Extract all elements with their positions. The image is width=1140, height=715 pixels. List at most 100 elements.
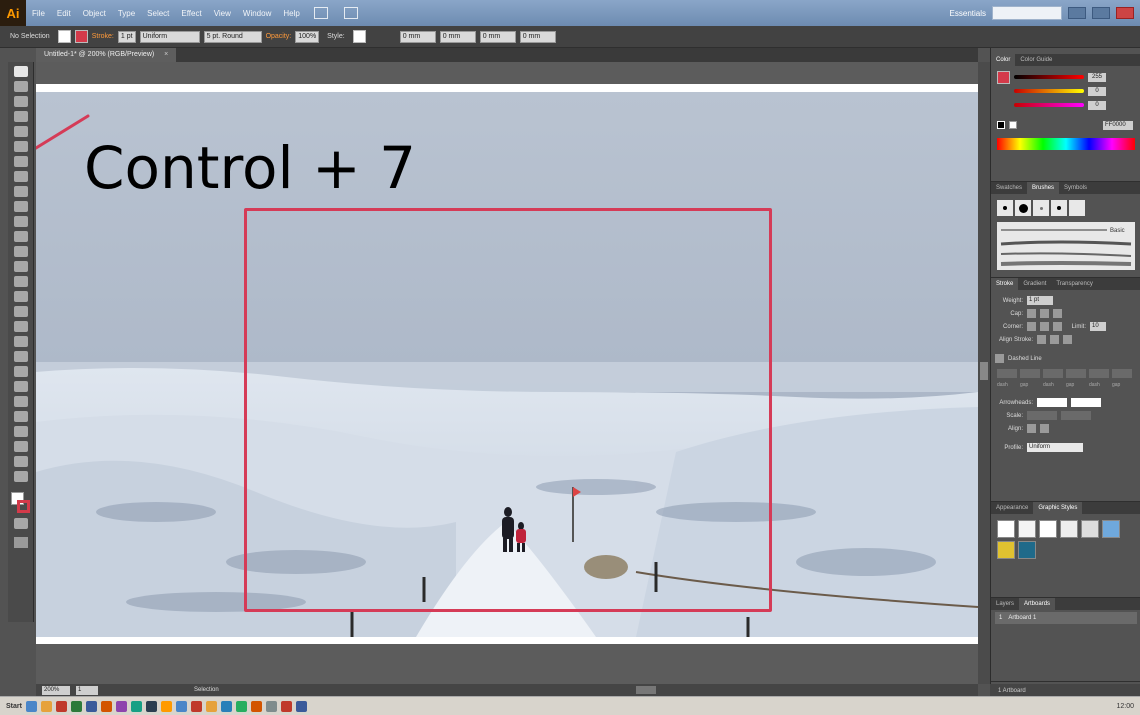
horizontal-scroll-thumb[interactable] (636, 686, 656, 694)
taskbar-app-icon[interactable] (205, 700, 217, 712)
tab-graphic-styles[interactable]: Graphic Styles (1033, 502, 1083, 514)
blob-brush-tool-icon[interactable] (13, 216, 28, 227)
pen-tool-icon[interactable] (13, 126, 28, 137)
stroke-swatch-icon[interactable] (16, 500, 30, 513)
width-tool-icon[interactable] (13, 276, 28, 287)
bridge-icon[interactable] (313, 7, 328, 19)
bevel-join-icon[interactable] (1053, 322, 1062, 331)
taskbar-app-icon[interactable] (145, 700, 157, 712)
dashed-line-checkbox[interactable] (995, 354, 1004, 363)
round-join-icon[interactable] (1040, 322, 1049, 331)
tab-layers[interactable]: Layers (991, 598, 1019, 610)
fill-swatch[interactable] (57, 30, 71, 43)
red-slider[interactable] (1014, 75, 1084, 79)
tab-swatches[interactable]: Swatches (991, 182, 1027, 194)
menu-file[interactable]: File (26, 9, 51, 18)
brush-large[interactable] (1015, 200, 1031, 216)
taskbar-app-icon[interactable] (130, 700, 142, 712)
slice-tool-icon[interactable] (13, 441, 28, 452)
blend-tool-icon[interactable] (13, 381, 28, 392)
taskbar-app-icon[interactable] (280, 700, 292, 712)
miter-join-icon[interactable] (1027, 322, 1036, 331)
color-panel-stroke-swatch[interactable] (997, 70, 1010, 84)
taskbar-app-icon[interactable] (220, 700, 232, 712)
limit-field[interactable]: 10 (1090, 322, 1106, 331)
tab-stroke[interactable]: Stroke (991, 278, 1019, 290)
start-arrowhead-dropdown[interactable] (1037, 398, 1067, 407)
line-tool-icon[interactable] (13, 156, 28, 167)
eraser-tool-icon[interactable] (13, 231, 28, 242)
pencil-tool-icon[interactable] (13, 201, 28, 212)
taskbar-app-icon[interactable] (265, 700, 277, 712)
taskbar-app-icon[interactable] (250, 700, 262, 712)
eyedropper-tool-icon[interactable] (13, 366, 28, 377)
tab-transparency[interactable]: Transparency (1051, 278, 1097, 290)
white-swatch-icon[interactable] (1009, 121, 1017, 129)
paintbrush-tool-icon[interactable] (13, 186, 28, 197)
tab-gradient[interactable]: Gradient (1018, 278, 1051, 290)
stroke-swatch[interactable] (74, 30, 88, 43)
blue-slider[interactable] (1014, 103, 1084, 107)
vertical-scrollbar[interactable] (978, 62, 990, 684)
blue-value[interactable]: 0 (1088, 100, 1106, 110)
butt-cap-icon[interactable] (1027, 309, 1036, 318)
zoom-tool-icon[interactable] (13, 471, 28, 482)
stroke-type-dropdown[interactable]: Uniform (139, 30, 200, 43)
tab-artboards[interactable]: Artboards (1019, 598, 1056, 610)
menu-effect[interactable]: Effect (175, 9, 207, 18)
scale-tool-icon[interactable] (13, 261, 28, 272)
arrange-documents-icon[interactable] (343, 7, 358, 19)
dash-field[interactable] (1089, 369, 1109, 378)
color-spectrum[interactable] (997, 138, 1135, 150)
direct-selection-tool-icon[interactable] (13, 81, 28, 92)
drawing-mode-icon[interactable] (13, 518, 28, 529)
hex-field[interactable]: FF0000 (1103, 120, 1133, 130)
taskbar-app-icon[interactable] (85, 700, 97, 712)
selection-tool-icon[interactable] (13, 66, 28, 77)
mesh-tool-icon[interactable] (13, 336, 28, 347)
free-transform-tool-icon[interactable] (13, 291, 28, 302)
scroll-thumb[interactable] (980, 362, 988, 380)
menu-help[interactable]: Help (277, 9, 305, 18)
zoom-level-field[interactable]: 200% (42, 685, 70, 695)
perspective-grid-tool-icon[interactable] (13, 321, 28, 332)
close-button[interactable] (1116, 7, 1134, 19)
width-field[interactable]: 0 mm (479, 30, 516, 43)
projecting-cap-icon[interactable] (1053, 309, 1062, 318)
style-white[interactable] (1039, 520, 1057, 538)
opacity-field[interactable]: 100% (295, 30, 320, 43)
document-tab[interactable]: Untitled-1* @ 200% (RGB/Preview) × (36, 48, 177, 62)
rotate-tool-icon[interactable] (13, 246, 28, 257)
align-outside-icon[interactable] (1063, 335, 1072, 344)
green-slider[interactable] (1014, 89, 1084, 93)
brush-empty[interactable] (1069, 200, 1085, 216)
brush-medium[interactable] (1033, 200, 1049, 216)
canvas-area[interactable]: Control + 7 (36, 62, 978, 684)
hand-tool-icon[interactable] (13, 456, 28, 467)
y-field[interactable]: 0 mm (439, 30, 476, 43)
menu-select[interactable]: Select (141, 9, 175, 18)
taskbar-app-icon[interactable] (25, 700, 37, 712)
taskbar-app-icon[interactable] (295, 700, 307, 712)
shape-builder-tool-icon[interactable] (13, 306, 28, 317)
artboard-navigation-field[interactable]: 1 (76, 685, 98, 695)
opacity-label[interactable]: Opacity: (266, 33, 292, 40)
menu-object[interactable]: Object (77, 9, 112, 18)
status-text[interactable]: Selection (194, 687, 219, 693)
taskbar-app-icon[interactable] (40, 700, 52, 712)
menu-type[interactable]: Type (112, 9, 141, 18)
taskbar-app-icon[interactable] (175, 700, 187, 712)
gradient-tool-icon[interactable] (13, 351, 28, 362)
rectangle-tool-icon[interactable] (13, 171, 28, 182)
arrow-end-icon[interactable] (1040, 424, 1049, 433)
align-center-icon[interactable] (1037, 335, 1046, 344)
end-arrowhead-dropdown[interactable] (1071, 398, 1101, 407)
selected-rectangle[interactable] (244, 208, 772, 612)
artboard-tool-icon[interactable] (13, 426, 28, 437)
dash-field[interactable] (997, 369, 1017, 378)
style-shadow[interactable] (1018, 520, 1036, 538)
style-light[interactable] (1081, 520, 1099, 538)
close-tab-icon[interactable]: × (164, 51, 168, 58)
tab-color-guide[interactable]: Color Guide (1015, 54, 1057, 66)
taskbar-clock[interactable]: 12:00 (1116, 703, 1134, 710)
